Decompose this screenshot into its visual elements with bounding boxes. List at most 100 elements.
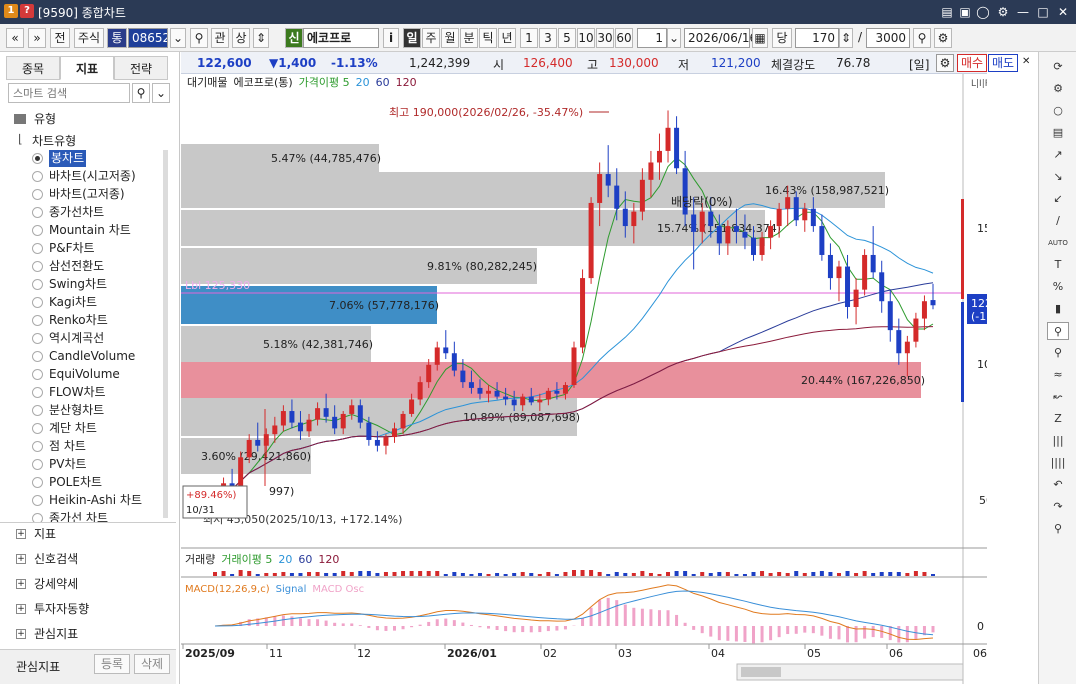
today-button[interactable]: 당 [772,28,792,48]
interval-5-button[interactable]: 5 [558,28,576,48]
prev-stock-button[interactable]: « [6,28,24,48]
minimize-icon[interactable]: — [1014,3,1032,21]
period-month-button[interactable]: 월 [441,28,459,48]
zigzag-icon[interactable]: Z [1047,410,1069,428]
info-button[interactable]: i [383,28,399,48]
radio-icon[interactable] [32,495,43,506]
axis-log-toggle[interactable]: L|I|R [971,79,987,89]
radio-icon[interactable] [32,513,43,522]
interval-3-button[interactable]: 3 [539,28,557,48]
trend-tool-icon[interactable]: ↗ [1047,146,1069,164]
period-minute-button[interactable]: 분 [460,28,478,48]
diagonal-line-icon[interactable]: ∕ [1047,212,1069,230]
radio-icon[interactable] [32,333,43,344]
period-week-button[interactable]: 주 [422,28,440,48]
close-icon[interactable]: ✕ [1054,3,1072,21]
radio-icon[interactable] [32,243,43,254]
period-tick-button[interactable]: 틱 [479,28,497,48]
bar-count-input[interactable]: 170 [795,28,839,48]
tab-indicator[interactable]: 지표 [60,56,114,80]
interval-30-button[interactable]: 30 [596,28,614,48]
interval-count-input[interactable]: 1 [637,28,667,48]
pin-icon[interactable]: ▤ [938,3,956,21]
zoom-tool-icon[interactable]: ⚲ [1047,322,1069,340]
interval-10-button[interactable]: 10 [577,28,595,48]
period-day-button[interactable]: 일 [403,28,421,48]
save-icon[interactable]: ▣ [956,3,974,21]
ray-tool-icon[interactable]: ↙ [1047,190,1069,208]
undo-icon[interactable]: ↶ [1047,476,1069,494]
bar-count-spin-icon[interactable]: ⇕ [839,28,853,48]
radio-icon[interactable] [32,261,43,272]
radio-icon[interactable] [32,279,43,290]
chart-scroll-thumb[interactable] [741,667,781,677]
maximize-icon[interactable]: □ [1034,3,1052,21]
gear-icon[interactable]: ⚙ [1047,80,1069,98]
line-tool-icon[interactable]: ↘ [1047,168,1069,186]
radio-icon[interactable] [32,207,43,218]
tab-stock[interactable]: 종목 [6,56,60,80]
radio-icon[interactable] [32,441,43,452]
help-badge[interactable]: ? [20,4,34,18]
stock-code-input[interactable]: 086520 [128,28,168,48]
date-input[interactable]: 2026/06/16 [684,28,757,48]
zoom-icon[interactable]: ⚲ [913,28,931,48]
period-lines-icon[interactable]: ||| [1047,432,1069,450]
delete-button[interactable]: 삭제 [134,654,170,674]
gear-icon[interactable]: ⚙ [936,54,954,72]
list-scrollbar[interactable] [163,150,168,518]
radio-icon[interactable] [32,369,43,380]
interval-dropdown-icon[interactable]: ⌄ [667,28,681,48]
auto-icon[interactable]: AUTO [1047,234,1069,252]
period-year-button[interactable]: 년 [498,28,516,48]
fan-tool-icon[interactable]: ↜ [1047,388,1069,406]
radio-icon[interactable] [32,297,43,308]
tab-strategy[interactable]: 전략 [114,56,168,80]
percent-tool-icon[interactable]: % [1047,278,1069,296]
close-chart-icon[interactable]: ✕ [1022,56,1030,67]
code-dropdown-icon[interactable]: ⌄ [170,28,186,48]
stock-type-button[interactable]: 주식 [74,28,104,48]
register-button[interactable]: 등록 [94,654,130,674]
redo-icon[interactable]: ↷ [1047,498,1069,516]
tree-root-label[interactable]: 차트유형 [32,132,76,149]
all-market-button[interactable]: 전 [50,28,70,48]
next-stock-button[interactable]: » [28,28,46,48]
settings-icon[interactable]: ⚙ [994,3,1012,21]
radio-icon[interactable] [32,405,43,416]
radio-icon[interactable] [32,153,43,164]
total-count-input[interactable]: 3000 [866,28,910,48]
interval-60-button[interactable]: 60 [615,28,633,48]
radio-icon[interactable] [32,387,43,398]
smart-search-input[interactable] [8,83,130,103]
radio-icon[interactable] [32,459,43,470]
radio-icon[interactable] [32,189,43,200]
cycle-lines-icon[interactable]: |||| [1047,454,1069,472]
radio-icon[interactable] [32,225,43,236]
radio-icon[interactable] [32,315,43,326]
calendar-icon[interactable]: ▦ [752,28,768,48]
refresh-icon[interactable]: ⟳ [1047,58,1069,76]
buy-button[interactable]: 매수 [957,54,987,72]
text-tool-icon[interactable]: T [1047,256,1069,274]
screenshot-icon[interactable]: ◯ [974,3,992,21]
circle-tool-icon[interactable]: ○ [1047,102,1069,120]
candle-tool-icon[interactable]: ▮ [1047,300,1069,318]
search-icon[interactable]: ⚲ [132,83,150,103]
bar-chart-icon[interactable]: ▤ [1047,124,1069,142]
fib-tool-icon[interactable]: ≈ [1047,366,1069,384]
search-icon[interactable]: ⚲ [190,28,208,48]
magnifier-icon[interactable]: ⚲ [1047,344,1069,362]
chart-settings-icon[interactable]: ⚙ [934,28,952,48]
watchlist-button[interactable]: 관 [211,28,229,48]
radio-icon[interactable] [32,477,43,488]
radio-icon[interactable] [32,351,43,362]
radio-icon[interactable] [32,171,43,182]
spin-updown-icon[interactable]: ⇕ [253,28,269,48]
integrated-button[interactable]: 통 [107,28,127,48]
interval-1-button[interactable]: 1 [520,28,538,48]
sell-button[interactable]: 매도 [988,54,1018,72]
search-icon[interactable]: ⚲ [1047,520,1069,538]
chevron-down-icon[interactable]: ⌄ [152,83,170,103]
upper-button[interactable]: 상 [232,28,250,48]
